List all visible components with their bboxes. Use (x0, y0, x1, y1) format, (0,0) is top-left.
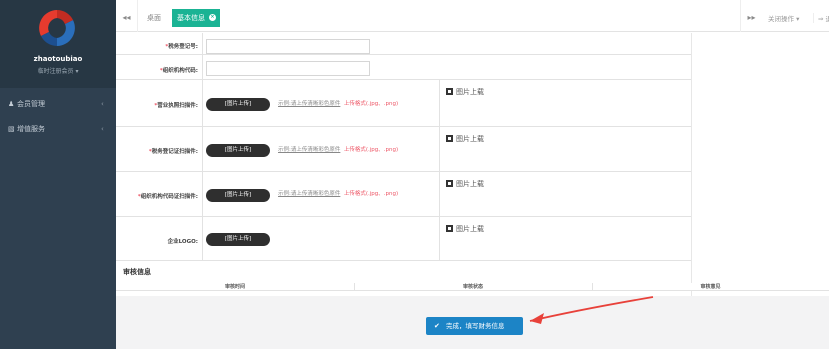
form-row-org-certificate: *组织机构代码证扫描件: [图片上传] 示例:请上传清晰彩色原件 上传格式(.j… (116, 172, 691, 217)
submit-label: 完成，填写财务信息 (446, 322, 505, 330)
scroll-tabs-right-button[interactable]: ▸▸ (740, 0, 762, 32)
field-label: *组织机构代码证扫描件: (137, 194, 198, 200)
field-label: *营业执照扫描件: (154, 103, 198, 109)
upload-license-button[interactable]: [图片上传] (206, 98, 270, 111)
field-label: *组织机构代码: (159, 68, 198, 74)
scroll-tabs-left-button[interactable]: ◂◂ (116, 0, 138, 32)
tab-bar: ◂◂ 桌面 基本信息 × ▸▸ 关闭操作 ▾ ⇒ 退出 (116, 0, 829, 32)
close-icon[interactable]: × (209, 14, 216, 21)
image-preview: 图片上载 (446, 224, 484, 234)
audit-table-header: 审核时间 审核状态 审核意见 (116, 283, 829, 291)
exit-button[interactable]: ⇒ 退出 (813, 13, 829, 23)
brand-logo (39, 10, 75, 46)
form-row-tax-number: *税务登记号: (116, 33, 691, 55)
field-label: *税务登记证扫描件: (148, 149, 198, 155)
check-icon: ✔ (434, 322, 440, 330)
user-role-dropdown[interactable]: 临时注册会员 ▾ (0, 66, 116, 75)
sidebar: zhaotoubiao 临时注册会员 ▾ ♟ 会员管理 ‹ ▧ 增值服务 ‹ (0, 0, 116, 349)
sidebar-item-value-added-services[interactable]: ▧ 增值服务 ‹ (0, 118, 116, 142)
user-name: zhaotoubiao (33, 55, 83, 63)
image-preview: 图片上载 (446, 87, 484, 97)
form-row-company-logo: 企业LOGO: [图片上传] 图片上载 (116, 217, 691, 261)
sidebar-item-label: 会员管理 (17, 100, 45, 108)
upload-hint: 示例:请上传清晰彩色原件 上传格式(.jpg、.png) (278, 101, 399, 107)
upload-hint: 示例:请上传清晰彩色原件 上传格式(.jpg、.png) (278, 191, 399, 197)
tax-number-input[interactable] (206, 39, 370, 54)
image-icon (446, 88, 453, 95)
main-content: *税务登记号: *组织机构代码: *营业执照扫描件: [图片上传] 示例:请上传… (116, 33, 829, 349)
upload-hint: 示例:请上传清晰彩色原件 上传格式(.jpg、.png) (278, 147, 399, 153)
form-row-org-code: *组织机构代码: (116, 55, 691, 80)
tab-basic-info[interactable]: 基本信息 × (172, 9, 220, 27)
chevron-left-icon: ‹ (101, 100, 104, 108)
org-code-input[interactable] (206, 61, 370, 76)
complete-fill-finance-button[interactable]: ✔ 完成，填写财务信息 (426, 317, 523, 335)
upload-logo-button[interactable]: [图片上传] (206, 233, 270, 246)
form-row-business-license: *营业执照扫描件: [图片上传] 示例:请上传清晰彩色原件 上传格式(.jpg、… (116, 80, 691, 127)
image-icon (446, 180, 453, 187)
field-label: *税务登记号: (165, 44, 198, 50)
upload-org-cert-button[interactable]: [图片上传] (206, 189, 270, 202)
audit-section-title: 审核信息 (123, 268, 151, 276)
form-row-tax-certificate: *税务登记证扫描件: [图片上传] 示例:请上传清晰彩色原件 上传格式(.jpg… (116, 127, 691, 172)
image-icon (446, 225, 453, 232)
image-icon (446, 135, 453, 142)
column-header-audit-comment: 审核意见 (700, 284, 721, 290)
profile-area: zhaotoubiao 临时注册会员 ▾ (0, 0, 116, 88)
upload-tax-cert-button[interactable]: [图片上传] (206, 144, 270, 157)
close-operations-dropdown[interactable]: 关闭操作 ▾ (768, 13, 799, 23)
tab-desktop[interactable]: 桌面 (142, 9, 166, 27)
form-panel: *税务登记号: *组织机构代码: *营业执照扫描件: [图片上传] 示例:请上传… (116, 33, 691, 296)
sidebar-item-member-management[interactable]: ♟ 会员管理 ‹ (0, 93, 116, 117)
image-preview: 图片上载 (446, 134, 484, 144)
book-icon: ▧ (8, 125, 15, 133)
column-header-audit-status: 审核状态 (462, 284, 483, 290)
column-header-audit-time: 审核时间 (224, 284, 245, 290)
chevron-left-icon: ‹ (101, 125, 104, 133)
field-label: 企业LOGO: (167, 239, 198, 245)
user-icon: ♟ (8, 100, 15, 108)
right-blank-area (691, 33, 829, 296)
image-preview: 图片上载 (446, 179, 484, 189)
sidebar-item-label: 增值服务 (17, 125, 45, 133)
tab-label: 基本信息 (177, 14, 205, 22)
